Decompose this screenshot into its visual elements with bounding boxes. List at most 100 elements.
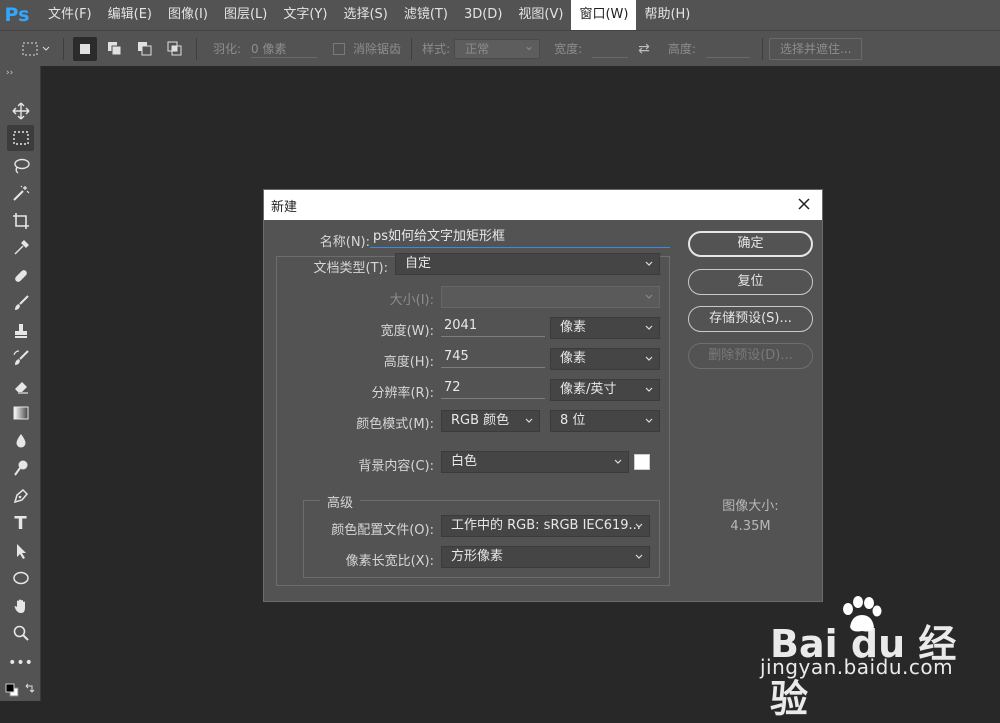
hand-tool[interactable] — [7, 593, 34, 619]
ok-button[interactable]: 确定 — [688, 231, 813, 257]
menu-view[interactable]: 视图(V) — [510, 0, 571, 30]
intersect-selection-button[interactable] — [163, 37, 187, 61]
baidu-jingyan-watermark: Bai du 经验 jingyan.baidu.com — [760, 595, 990, 721]
color-mode-value: RGB 颜色 — [451, 413, 510, 428]
blur-tool[interactable] — [7, 428, 34, 454]
background-color-swatch[interactable] — [634, 454, 650, 470]
resolution-input[interactable]: 72 — [441, 379, 545, 399]
resolution-unit-select[interactable]: 像素/英寸 — [550, 379, 660, 401]
magic-wand-tool[interactable] — [7, 180, 34, 206]
swap-icon[interactable]: ⇄ — [638, 41, 650, 57]
document-type-value: 自定 — [405, 256, 432, 271]
arrow-cursor-icon — [16, 544, 26, 559]
feather-label: 羽化: — [213, 42, 242, 56]
chevron-down-icon — [645, 294, 653, 299]
photoshop-logo[interactable]: Ps — [0, 0, 34, 30]
zoom-tool[interactable] — [7, 620, 34, 646]
menu-file[interactable]: 文件(F) — [40, 0, 100, 30]
menu-layer[interactable]: 图层(L) — [216, 0, 275, 30]
add-selection-button[interactable] — [103, 37, 127, 61]
ellipse-tool[interactable] — [7, 565, 34, 591]
ellipsis-icon: ••• — [8, 655, 33, 671]
style-select[interactable]: 正常 — [454, 37, 541, 59]
chevron-down-icon — [635, 523, 643, 528]
gradient-tool[interactable] — [7, 400, 34, 426]
size-select — [441, 286, 660, 308]
height-input[interactable] — [705, 40, 750, 58]
options-bar: 羽化: 0 像素 消除锯齿 样式: 正常 宽度: ⇄ 高度: 选择并遮住... — [0, 30, 1000, 66]
collapse-icon[interactable]: ›› — [6, 68, 13, 78]
eraser-icon — [14, 382, 28, 394]
document-type-label: 文档类型(T): — [313, 261, 388, 276]
reset-button[interactable]: 复位 — [688, 269, 813, 295]
color-swatches[interactable] — [4, 682, 38, 698]
crop-tool[interactable] — [7, 208, 34, 234]
color-mode-select[interactable]: RGB 颜色 — [441, 410, 540, 432]
pixel-aspect-value: 方形像素 — [451, 549, 504, 564]
width-input[interactable]: 2041 — [441, 317, 545, 337]
lasso-tool[interactable] — [7, 153, 34, 179]
drop-icon — [16, 434, 25, 448]
path-selection-tool[interactable] — [7, 538, 34, 564]
more-tools[interactable]: ••• — [7, 650, 34, 676]
dodge-tool[interactable] — [7, 455, 34, 481]
menu-image[interactable]: 图像(I) — [160, 0, 216, 30]
menu-type[interactable]: 文字(Y) — [275, 0, 335, 30]
lasso-icon — [13, 158, 30, 174]
add-selection-icon — [108, 41, 122, 55]
chevron-down-icon — [645, 387, 653, 392]
close-icon[interactable] — [796, 196, 812, 212]
select-and-mask-button[interactable]: 选择并遮住... — [768, 37, 863, 60]
document-type-select[interactable]: 自定 — [395, 253, 660, 275]
delete-preset-button: 删除预设(D)... — [688, 343, 813, 369]
height-unit-select[interactable]: 像素 — [550, 348, 660, 370]
rect-marquee-icon — [22, 42, 50, 55]
rect-marquee-icon — [12, 131, 29, 145]
style-label: 样式: — [422, 42, 451, 56]
width-input[interactable] — [592, 40, 629, 58]
history-brush-tool[interactable] — [7, 345, 34, 371]
rect-marquee-tool[interactable] — [7, 125, 34, 151]
chevron-down-icon — [645, 418, 653, 423]
eyedropper-tool[interactable] — [7, 235, 34, 261]
healing-brush-tool[interactable] — [7, 263, 34, 289]
brush-tool[interactable] — [7, 290, 34, 316]
new-selection-button[interactable] — [73, 36, 97, 61]
background-contents-value: 白色 — [451, 454, 478, 469]
bit-depth-value: 8 位 — [560, 413, 586, 428]
height-input[interactable]: 745 — [441, 348, 545, 368]
menu-filter[interactable]: 滤镜(T) — [396, 0, 456, 30]
background-contents-label: 背景内容(C): — [358, 459, 434, 474]
menu-help[interactable]: 帮助(H) — [636, 0, 698, 30]
subtract-selection-button[interactable] — [133, 37, 157, 61]
marquee-preset-picker[interactable] — [18, 37, 54, 61]
pixel-aspect-select[interactable]: 方形像素 — [441, 546, 650, 568]
eraser-tool[interactable] — [7, 373, 34, 399]
color-profile-select[interactable]: 工作中的 RGB: sRGB IEC619... — [441, 515, 650, 537]
dialog-title: 新建 — [271, 199, 298, 215]
resolution-unit-value: 像素/英寸 — [560, 382, 617, 397]
width-unit-value: 像素 — [560, 320, 587, 335]
menu-edit[interactable]: 编辑(E) — [100, 0, 160, 30]
menu-bar: Ps 文件(F) 编辑(E) 图像(I) 图层(L) 文字(Y) 选择(S) 滤… — [0, 0, 1000, 30]
color-profile-label: 颜色配置文件(O): — [331, 523, 434, 538]
menu-select[interactable]: 选择(S) — [335, 0, 395, 30]
menu-3d[interactable]: 3D(D) — [456, 0, 510, 30]
name-input[interactable]: ps如何给文字加矩形框 — [370, 228, 670, 248]
menu-window[interactable]: 窗口(W) — [571, 0, 637, 30]
move-tool[interactable] — [7, 98, 34, 124]
width-unit-select[interactable]: 像素 — [550, 317, 660, 339]
feather-input[interactable]: 0 像素 — [251, 40, 318, 58]
save-preset-button[interactable]: 存储预设(S)... — [688, 306, 813, 332]
antialias-checkbox[interactable] — [333, 42, 346, 55]
pen-tool[interactable] — [7, 483, 34, 509]
image-size-value: 4.35M — [730, 519, 771, 534]
new-selection-icon — [80, 43, 90, 54]
name-label: 名称(N): — [319, 235, 370, 250]
gradient-icon — [13, 406, 28, 420]
clone-stamp-tool[interactable] — [7, 318, 34, 344]
background-contents-select[interactable]: 白色 — [441, 451, 629, 473]
type-tool[interactable]: T — [7, 510, 34, 536]
bit-depth-select[interactable]: 8 位 — [550, 410, 660, 432]
chevron-down-icon — [635, 554, 643, 559]
